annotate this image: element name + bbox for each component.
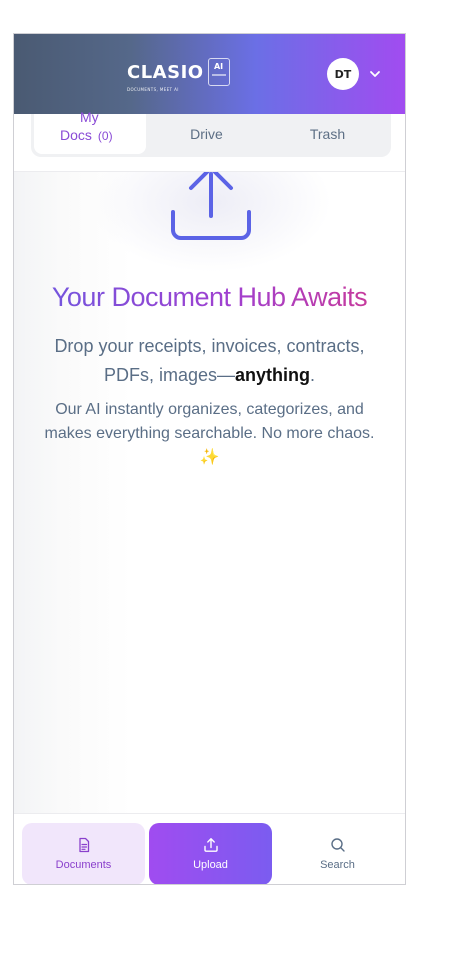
chevron-down-icon[interactable]: [368, 68, 382, 80]
tab-my-docs-label-docs: Docs: [60, 127, 92, 143]
upload-icon[interactable]: [169, 172, 253, 240]
tab-drive[interactable]: Drive: [146, 114, 267, 154]
logo-wordmark: CLASIO: [127, 61, 204, 83]
tab-my-docs[interactable]: My Docs (0): [34, 109, 146, 154]
tab-list: My Docs (0) Drive Trash: [31, 109, 391, 157]
nav-search-button[interactable]: Search: [276, 823, 399, 884]
empty-state-ai-note: Our AI instantly organizes, categorizes,…: [44, 401, 375, 466]
nav-documents-label: Documents: [55, 859, 112, 871]
app-header: CLASIO DOCUMENTS, MEET AI AI DT: [14, 34, 405, 114]
logo[interactable]: CLASIO DOCUMENTS, MEET AI AI: [127, 56, 230, 92]
logo-tagline: DOCUMENTS, MEET AI: [127, 86, 179, 92]
bottom-nav: Documents Upload Search: [14, 813, 405, 884]
empty-state: Your Document Hub Awaits Drop your recei…: [14, 172, 405, 814]
upload-small-icon: [203, 838, 218, 852]
description-period: .: [310, 365, 316, 385]
nav-search-label: Search: [320, 859, 355, 871]
search-icon: [330, 838, 345, 852]
app-frame: CLASIO DOCUMENTS, MEET AI AI DT My Docs (…: [13, 33, 406, 885]
logo-ai-text: AI: [213, 62, 224, 71]
logo-ai-badge: AI: [207, 58, 230, 86]
logo-ai-bar: [211, 74, 226, 76]
tab-trash[interactable]: Trash: [267, 114, 388, 154]
tabs-bar: My Docs (0) Drive Trash: [14, 109, 405, 172]
description-emphasis: anything: [235, 365, 310, 385]
tab-my-docs-label-2: Docs (0): [60, 126, 113, 145]
nav-upload-button[interactable]: Upload: [149, 823, 272, 884]
empty-state-headline: Your Document Hub Awaits: [14, 282, 405, 313]
tab-my-docs-label-1: My: [80, 109, 99, 125]
user-avatar[interactable]: DT: [327, 58, 359, 90]
nav-documents-button[interactable]: Documents: [22, 823, 145, 884]
doc-count-badge: (0): [97, 129, 113, 143]
empty-state-description: Drop your receipts, invoices, contracts,…: [44, 332, 375, 390]
nav-upload-label: Upload: [193, 859, 228, 871]
document-icon: [78, 837, 89, 853]
description-text: Drop your receipts, invoices, contracts,…: [54, 336, 365, 385]
